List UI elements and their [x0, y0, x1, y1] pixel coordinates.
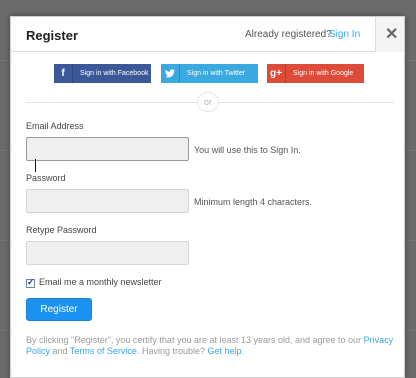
facebook-signin-label: Sign in with Facebook — [80, 70, 149, 77]
retype-password-input[interactable] — [26, 241, 189, 265]
terms-of-service-link[interactable]: Terms of Service — [70, 346, 137, 356]
terms-text: By clicking "Register", you certify that… — [26, 335, 396, 357]
retype-password-label: Retype Password — [26, 225, 97, 235]
facebook-signin-button[interactable]: f Sign in with Facebook — [54, 64, 151, 83]
facebook-icon: f — [54, 64, 73, 83]
password-label: Password — [26, 173, 66, 183]
google-signin-label: Sign in with Google — [293, 70, 354, 77]
newsletter-label: Email me a monthly newsletter — [39, 277, 162, 287]
google-signin-button[interactable]: g+ Sign in with Google — [267, 64, 364, 83]
modal-title: Register — [26, 28, 79, 43]
google-plus-icon: g+ — [267, 64, 286, 83]
terms-text-and: and — [52, 346, 68, 356]
checkmark-icon: ✓ — [27, 277, 35, 287]
get-help-link[interactable]: Get help — [208, 346, 242, 356]
text-cursor — [35, 159, 36, 172]
twitter-icon — [161, 64, 180, 83]
email-hint: You will use this to Sign In. — [194, 145, 301, 155]
modal-header: Register Already registered? Sign In ✕ — [11, 17, 404, 52]
register-modal: Register Already registered? Sign In ✕ f… — [10, 16, 405, 378]
twitter-signin-label: Sign in with Twitter — [187, 70, 246, 77]
email-label: Email Address — [26, 121, 84, 131]
register-button[interactable]: Register — [26, 298, 92, 321]
newsletter-checkbox[interactable]: ✓ — [26, 277, 35, 288]
trouble-text: . Having trouble? — [136, 346, 205, 356]
sign-in-link[interactable]: Sign In — [329, 29, 360, 40]
close-button[interactable]: ✕ — [375, 17, 404, 52]
password-hint: Minimum length 4 characters. — [194, 197, 313, 207]
terms-end: . — [241, 346, 245, 356]
email-input[interactable] — [26, 137, 189, 161]
already-registered-text: Already registered? — [245, 29, 332, 40]
close-icon: ✕ — [385, 26, 399, 43]
twitter-signin-button[interactable]: Sign in with Twitter — [161, 64, 258, 83]
or-divider-label: or — [197, 92, 219, 112]
terms-text-part: By clicking "Register", you certify that… — [26, 335, 362, 345]
password-input[interactable] — [26, 189, 189, 213]
